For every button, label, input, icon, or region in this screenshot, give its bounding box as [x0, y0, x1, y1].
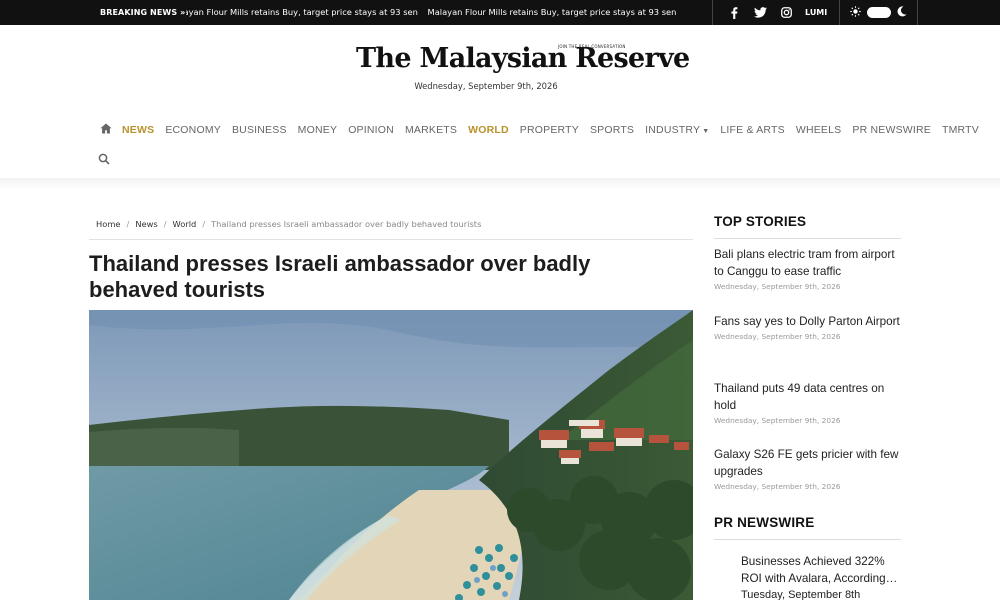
top-story-title[interactable]: Thailand puts 49 data centres on hold: [714, 380, 904, 414]
nav-item-opinion[interactable]: OPINION: [348, 124, 394, 136]
top-story-item[interactable]: Fans say yes to Dolly Parton Airport Wed…: [714, 313, 904, 341]
pr-item-date: Tuesday, September 8th: [741, 589, 861, 600]
main-nav: NEWS ECONOMY BUSINESS MONEY OPINION MARK…: [0, 110, 1000, 178]
theme-switcher[interactable]: [840, 0, 919, 25]
top-story-date: Wednesday, September 9th, 2026: [714, 416, 841, 425]
breadcrumb-world[interactable]: World: [173, 219, 197, 229]
breadcrumb-home[interactable]: Home: [96, 219, 121, 229]
nav-item-money[interactable]: MONEY: [298, 124, 338, 136]
article-hero-image[interactable]: [89, 310, 693, 600]
nav-item-sports[interactable]: SPORTS: [590, 124, 634, 136]
top-story-title[interactable]: Galaxy S26 FE gets pricier with few upgr…: [714, 446, 904, 480]
top-story-item[interactable]: Galaxy S26 FE gets pricier with few upgr…: [714, 446, 904, 491]
nav-item-industry-label: INDUSTRY: [645, 124, 701, 136]
nav-item-industry[interactable]: INDUSTRY ▼: [645, 124, 709, 136]
article-headline: Thailand presses Israeli ambassador over…: [89, 251, 591, 302]
top-story-item[interactable]: Bali plans electric tram from airport to…: [714, 246, 904, 291]
home-icon[interactable]: [100, 123, 122, 137]
top-story-item[interactable]: Thailand puts 49 data centres on hold We…: [714, 380, 904, 425]
top-story-title[interactable]: Fans say yes to Dolly Parton Airport: [714, 313, 904, 330]
ticker-item[interactable]: Malayan Flour Mills retains Buy, target …: [186, 7, 418, 17]
nav-item-wheels[interactable]: WHEELS: [796, 124, 842, 136]
top-stories-heading: TOP STORIES: [714, 214, 807, 229]
masthead: The Malaysian Reserve JOIN THE REAL CONV…: [0, 25, 1000, 110]
top-stories-divider: [714, 238, 901, 239]
lumi-link[interactable]: LUMI: [799, 8, 831, 17]
top-bar: BREAKING NEWS » Malayan Flour Mills reta…: [0, 0, 1000, 25]
nav-item-life-arts[interactable]: LIFE & ARTS: [720, 124, 784, 136]
nav-item-tmrtv[interactable]: TMRTV: [942, 124, 979, 136]
caret-down-icon: ▼: [702, 128, 710, 135]
breadcrumb-separator: /: [202, 219, 206, 229]
nav-shadow: [0, 178, 1000, 190]
breadcrumb-news[interactable]: News: [135, 219, 157, 229]
nav-item-world[interactable]: WORLD: [468, 124, 509, 136]
social-links: LUMI: [712, 0, 841, 25]
logo-tagline: JOIN THE REAL CONVERSATION: [558, 44, 626, 49]
theme-toggle[interactable]: [867, 7, 892, 18]
current-date: Wednesday, September 9th, 2026: [414, 81, 558, 91]
pr-newswire-heading: PR NEWSWIRE: [714, 515, 815, 530]
top-story-date: Wednesday, September 9th, 2026: [714, 482, 841, 491]
instagram-icon[interactable]: [773, 0, 799, 25]
nav-item-pr-newswire[interactable]: PR NEWSWIRE: [852, 124, 931, 136]
breadcrumb-separator: /: [126, 219, 130, 229]
twitter-icon[interactable]: [747, 0, 773, 25]
search-icon[interactable]: [98, 150, 112, 165]
moon-icon: [897, 5, 907, 20]
nav-item-property[interactable]: PROPERTY: [520, 124, 579, 136]
top-story-title[interactable]: Bali plans electric tram from airport to…: [714, 246, 904, 280]
nav-item-news[interactable]: NEWS: [122, 124, 154, 136]
nav-item-markets[interactable]: MARKETS: [405, 124, 457, 136]
nav-item-economy[interactable]: ECONOMY: [165, 124, 221, 136]
breaking-news-label: BREAKING NEWS »: [100, 8, 186, 17]
top-story-date: Wednesday, September 9th, 2026: [714, 282, 841, 291]
breadcrumb-separator: /: [163, 219, 167, 229]
ticker-item[interactable]: Malayan Flour Mills retains Buy, target …: [428, 7, 677, 17]
facebook-icon[interactable]: [721, 0, 747, 25]
sun-icon: [850, 5, 861, 20]
breadcrumb-current: Thailand presses Israeli ambassador over…: [211, 219, 482, 229]
pr-item-title[interactable]: Businesses Achieved 322% ROI with Avalar…: [741, 553, 906, 587]
top-story-date: Wednesday, September 9th, 2026: [714, 332, 841, 341]
news-ticker[interactable]: Malayan Flour Mills retains Buy, target …: [186, 0, 706, 25]
breadcrumb-divider: [89, 239, 693, 240]
pr-newswire-divider: [714, 539, 901, 540]
pr-newswire-item[interactable]: Businesses Achieved 322% ROI with Avalar…: [741, 553, 906, 600]
breadcrumb: Home / News / World / Thailand presses Israeli…: [96, 219, 481, 229]
nav-item-business[interactable]: BUSINESS: [232, 124, 287, 136]
